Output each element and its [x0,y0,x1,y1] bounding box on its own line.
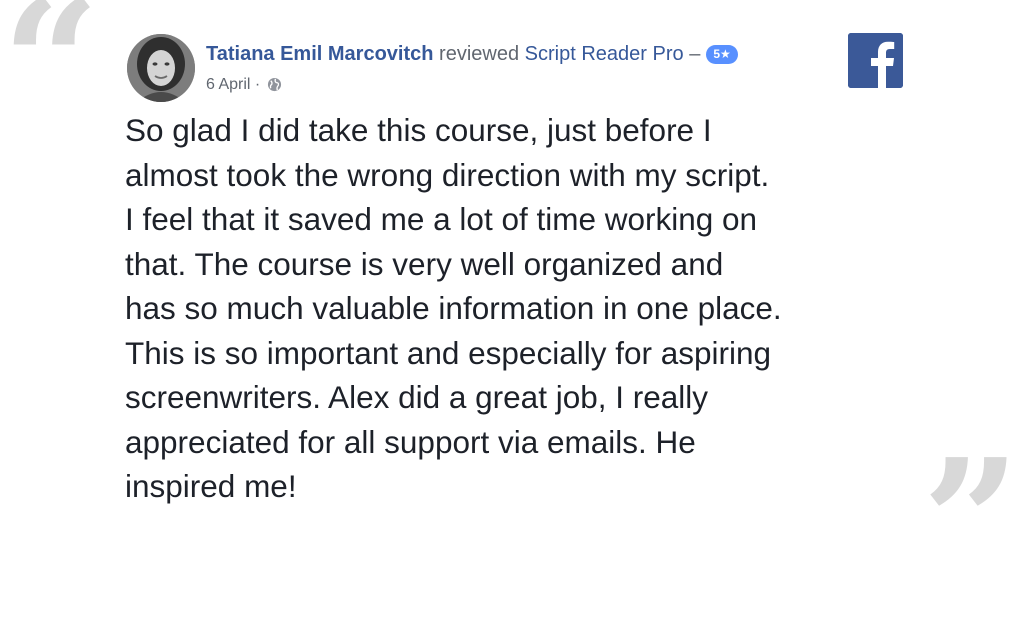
meta-separator: · [254,76,261,93]
review-text-line: screenwriters. Alex did a great job, I r… [125,379,709,415]
page-name-link[interactable]: Script Reader Pro [525,43,684,65]
rating-badge[interactable]: 5★ [706,45,738,64]
review-text-line: that. The course is very well organized … [125,245,724,282]
globe-icon[interactable] [267,77,282,98]
rating-value: 5 [713,47,720,61]
review-meta: 6 April · [206,75,282,98]
review-date[interactable]: 6 April [206,76,250,93]
avatar-photo [127,34,195,102]
review-text-line: I feel that it saved me a lot of time wo… [125,201,758,237]
review-text: So glad I did take this course, just bef… [125,108,955,509]
review-text-line: So glad I did take this course, just bef… [125,112,712,148]
review-text-line: almost took the wrong direction with my … [125,156,770,193]
review-text-line: This is so important and especially for … [125,334,772,371]
facebook-logo-icon[interactable] [848,33,903,88]
review-text-line: has so much valuable information in one … [125,290,782,326]
reviewer-name-link[interactable]: Tatiana Emil Marcovitch [206,43,433,65]
review-text-line: appreciated for all support via emails. … [125,423,696,460]
review-text-line: inspired me! [125,468,297,504]
header-separator: – [689,43,701,65]
avatar[interactable] [127,34,195,102]
review-header: Tatiana Emil Marcovitch reviewed Script … [206,42,738,66]
open-quote-mark: “ [2,0,100,163]
review-action-text: reviewed [439,43,520,65]
star-icon: ★ [720,47,731,61]
